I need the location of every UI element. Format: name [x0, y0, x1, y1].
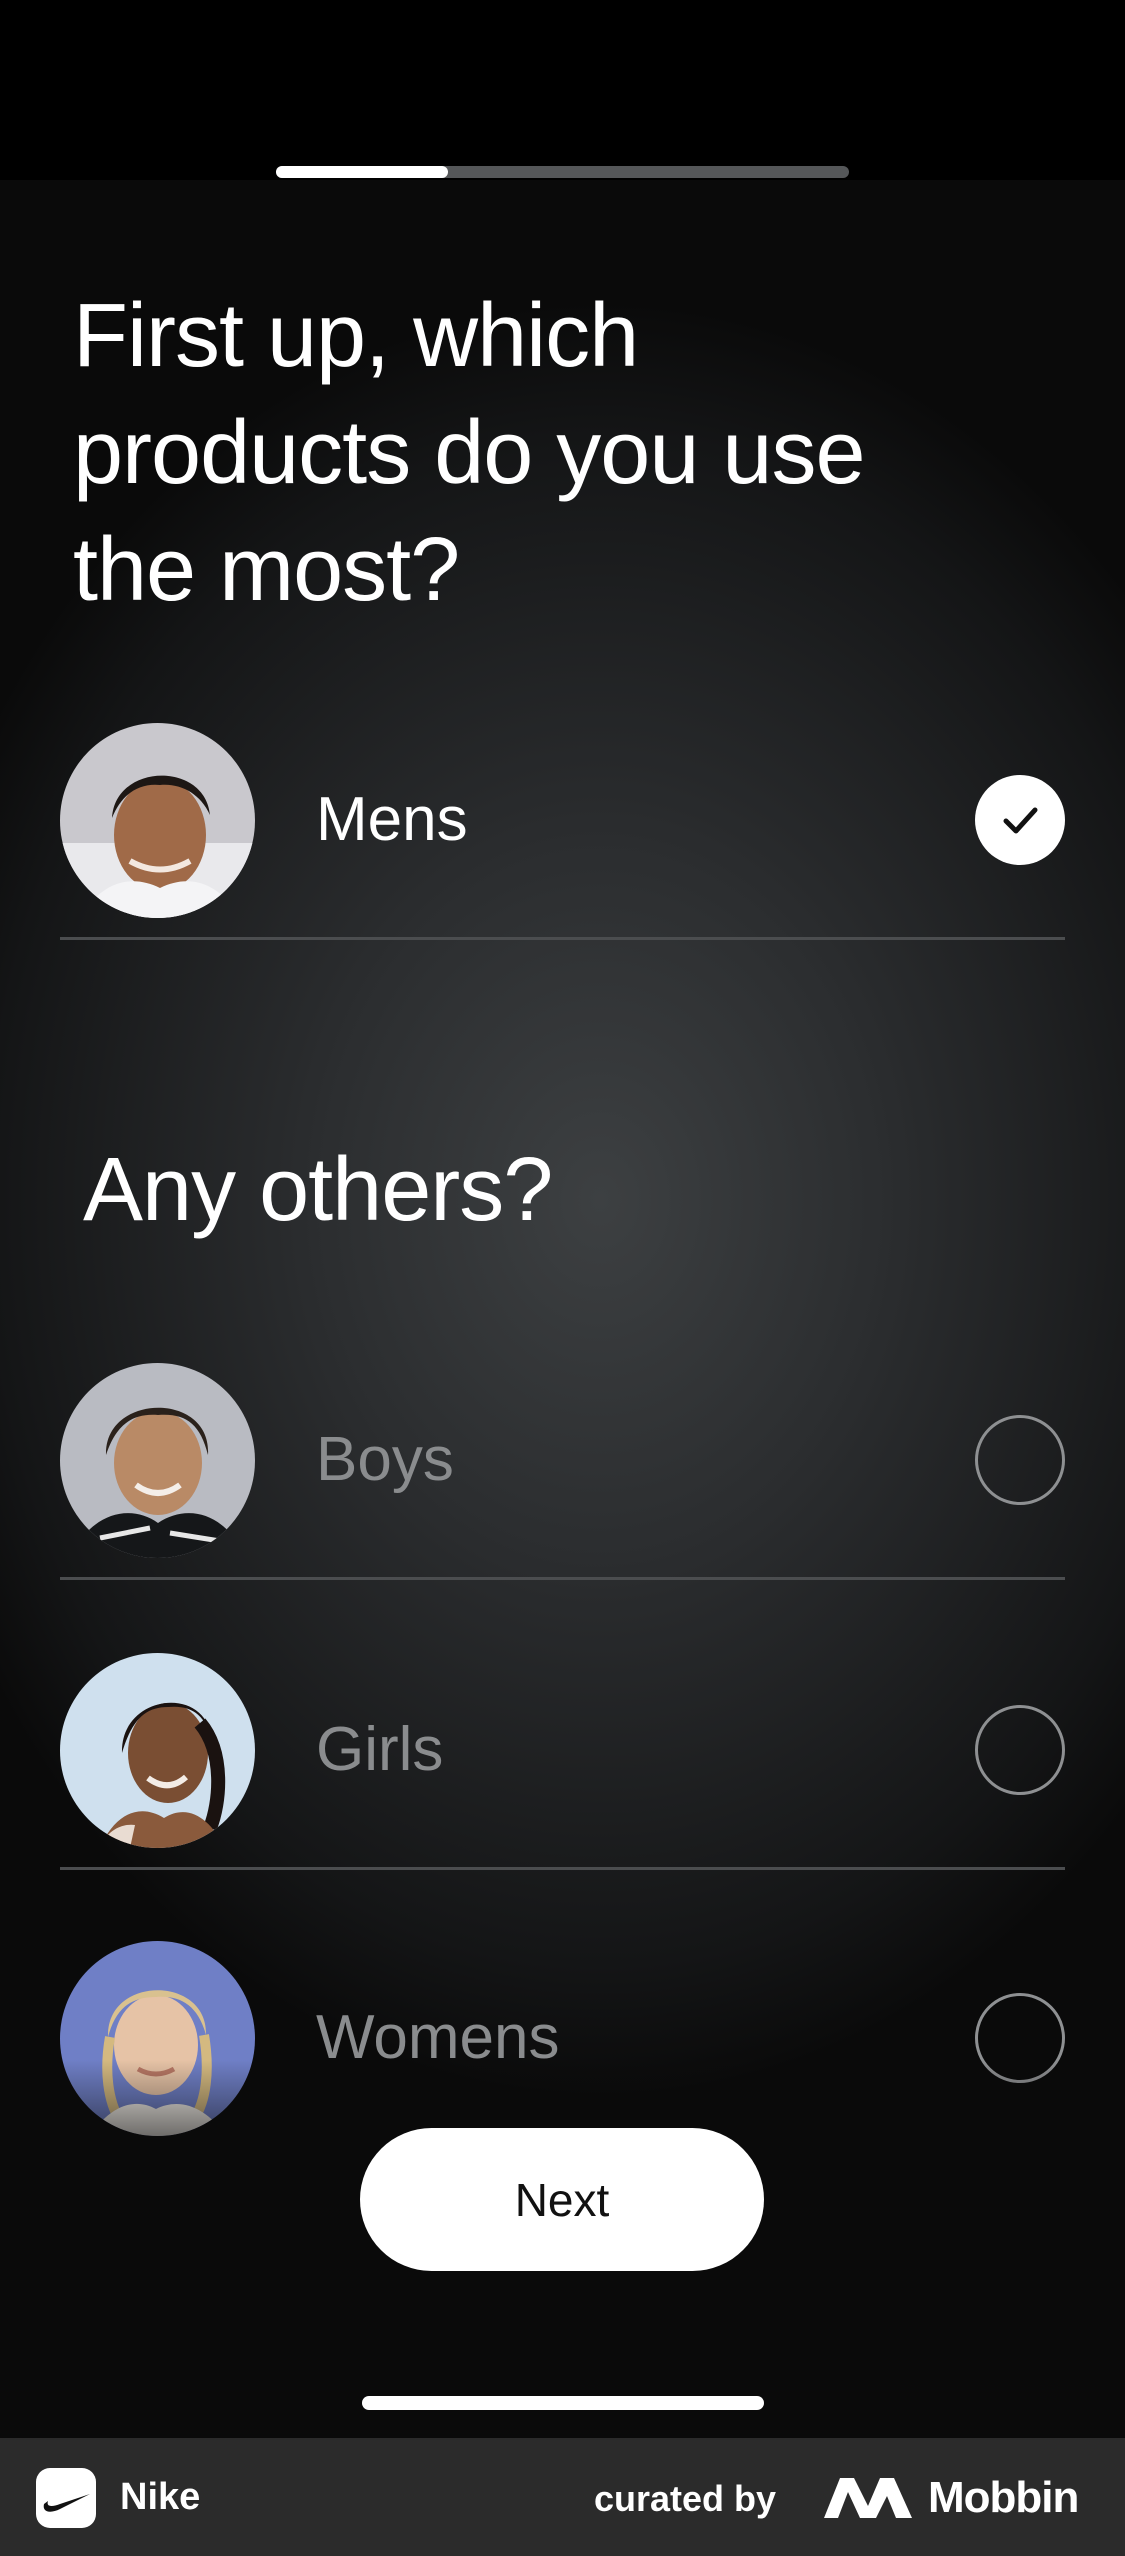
footer-brand-name: Mobbin: [928, 2473, 1079, 2522]
divider: [60, 937, 1065, 940]
question-title: First up, which products do you use the …: [73, 286, 866, 620]
divider: [60, 1867, 1065, 1870]
next-button[interactable]: Next: [360, 2128, 764, 2271]
progress-bar: [276, 166, 849, 178]
nike-swoosh-icon: [36, 2468, 96, 2528]
option-label-girls: Girls: [316, 1715, 444, 1784]
option-mens[interactable]: Mens: [60, 700, 1065, 940]
option-boys[interactable]: Boys: [60, 1340, 1065, 1580]
radio-circle-icon[interactable]: [975, 1415, 1065, 1505]
divider: [60, 1577, 1065, 1580]
home-indicator: [362, 2396, 764, 2410]
footer-app-name: Nike: [120, 2476, 201, 2518]
option-label-mens: Mens: [316, 785, 468, 854]
footer-curated-label: curated by: [594, 2478, 777, 2519]
radio-circle-icon[interactable]: [975, 1705, 1065, 1795]
boys-avatar: [60, 1363, 255, 1558]
section-title: Any others?: [83, 1140, 553, 1240]
checkmark-icon[interactable]: [975, 775, 1065, 865]
option-label-boys: Boys: [316, 1425, 454, 1494]
progress-bar-fill: [276, 166, 448, 178]
attribution-footer: Nike curated by Mobbin: [0, 2438, 1125, 2556]
mens-avatar: [60, 723, 255, 918]
option-girls[interactable]: Girls: [60, 1630, 1065, 1870]
girls-avatar: [60, 1653, 255, 1848]
status-area: [0, 0, 1125, 180]
mobbin-logo-icon: [824, 2478, 912, 2518]
onboarding-screen: First up, which products do you use the …: [0, 0, 1125, 2556]
